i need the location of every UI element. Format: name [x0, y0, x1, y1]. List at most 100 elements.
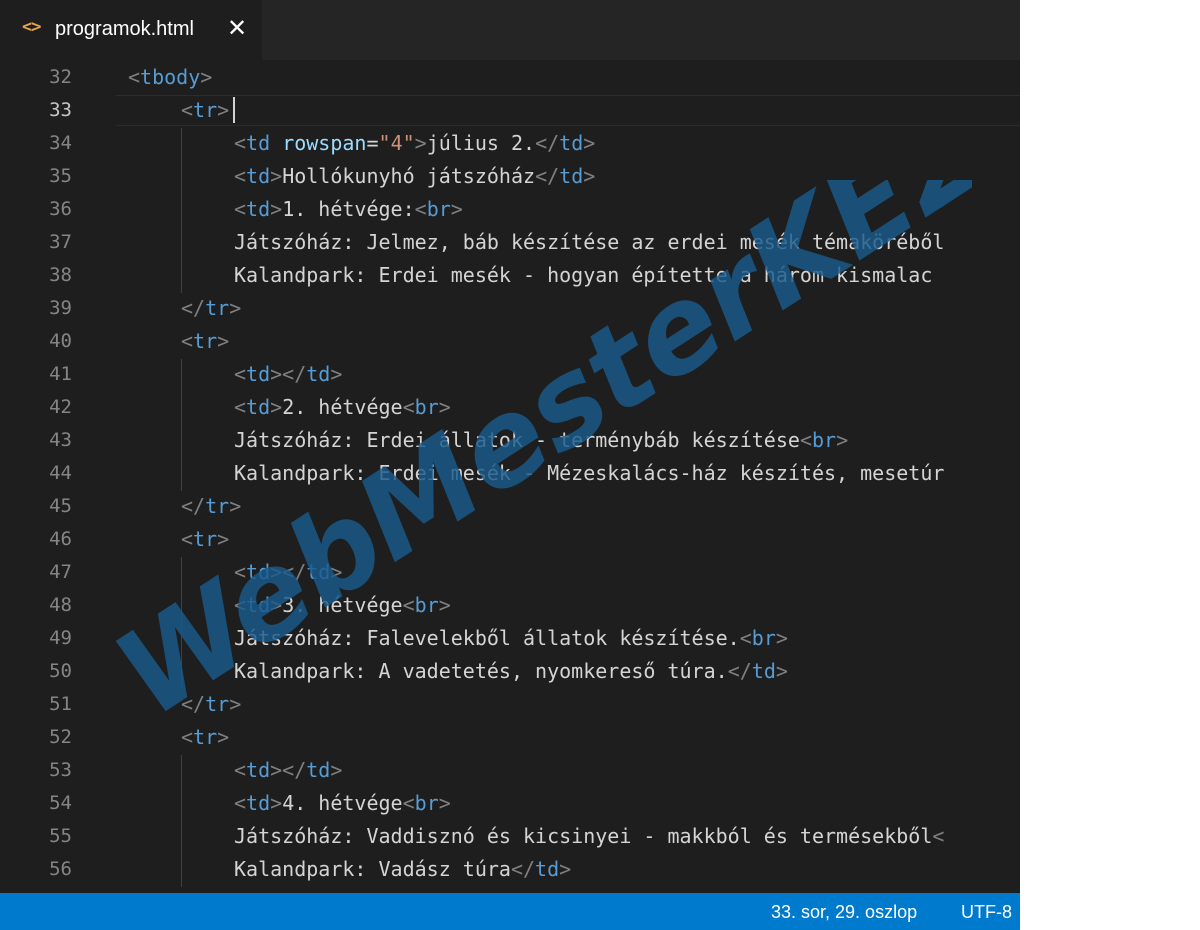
line-number: 41	[49, 363, 72, 385]
code-text: <td></td>	[234, 362, 342, 386]
code-token: </	[535, 164, 560, 188]
code-line[interactable]: 33 <tr>	[0, 95, 1020, 128]
line-number: 39	[49, 297, 72, 319]
code-text: </tr>	[181, 890, 241, 892]
code-token: td	[306, 362, 331, 386]
code-line[interactable]: 44 Kalandpark: Erdei mesék - Mézeskalács-…	[0, 458, 1020, 491]
tab-programok-html[interactable]: <> programok.html ✕	[0, 0, 262, 60]
code-line[interactable]: 49 Játszóház: Falevelekből állatok készít…	[0, 623, 1020, 656]
code-text: </tr>	[181, 296, 241, 320]
text-cursor	[233, 97, 235, 123]
code-line[interactable]: 41 <td></td>	[0, 359, 1020, 392]
code-token: <	[234, 362, 247, 386]
code-token: >	[229, 692, 242, 716]
code-token: Játszóház: Jelmez, báb készítése az erde…	[234, 230, 945, 254]
code-line[interactable]: 56 Kalandpark: Vadász túra</td>	[0, 854, 1020, 887]
code-text: Játszóház: Jelmez, báb készítése az erde…	[234, 230, 944, 254]
code-token: Játszóház: Erdei állatok - terménybáb ké…	[234, 428, 800, 452]
indent-guide	[181, 854, 182, 887]
code-token: >	[330, 560, 343, 584]
code-line[interactable]: 46 <tr>	[0, 524, 1020, 557]
code-line[interactable]: 47 <td></td>	[0, 557, 1020, 590]
code-line[interactable]: 54 <td>4. hétvége<br>	[0, 788, 1020, 821]
code-token: <	[932, 824, 945, 848]
line-number: 40	[49, 330, 72, 352]
code-line[interactable]: 38 Kalandpark: Erdei mesék - hogyan építe…	[0, 260, 1020, 293]
code-line[interactable]: 45 </tr>	[0, 491, 1020, 524]
code-token: 4. hétvége	[282, 791, 403, 815]
line-number: 48	[49, 594, 72, 616]
indent-guide	[181, 359, 182, 392]
code-line[interactable]: 53 <td></td>	[0, 755, 1020, 788]
code-token: <	[181, 725, 194, 749]
code-text: <tr>	[181, 527, 229, 551]
code-text: <td></td>	[234, 758, 342, 782]
code-area[interactable]: 32 <tbody> 33 <tr> 34 <td rowspan="4">július …	[0, 62, 1020, 892]
indent-guide	[181, 788, 182, 821]
code-token: td	[246, 131, 271, 155]
line-number: 47	[49, 561, 72, 583]
code-token: >	[775, 659, 788, 683]
code-line[interactable]: 42 <td>2. hétvége<br>	[0, 392, 1020, 425]
code-line[interactable]: 32 <tbody>	[0, 62, 1020, 95]
code-token: >	[583, 131, 596, 155]
cursor-position-indicator[interactable]: 33. sor, 29. oszlop	[771, 902, 917, 923]
code-token: >	[414, 131, 427, 155]
code-token: br	[751, 626, 776, 650]
encoding-indicator[interactable]: UTF-8	[961, 902, 1012, 923]
code-text: <tbody>	[128, 65, 212, 89]
current-line-highlight	[116, 95, 1020, 126]
code-line[interactable]: 40 <tr>	[0, 326, 1020, 359]
line-number: 38	[49, 264, 72, 286]
code-line[interactable]: 51 </tr>	[0, 689, 1020, 722]
code-text: Kalandpark: Vadász túra</td>	[234, 857, 571, 881]
code-line[interactable]: 55 Játszóház: Vaddisznó és kicsinyei - ma…	[0, 821, 1020, 854]
code-line[interactable]: 50 Kalandpark: A vadetetés, nyomkereső tú…	[0, 656, 1020, 689]
code-token: >	[217, 329, 230, 353]
code-token: >	[836, 428, 849, 452]
code-token: <	[234, 560, 247, 584]
code-token: tr	[193, 329, 218, 353]
code-text: <td>2. hétvége<br>	[234, 395, 451, 419]
code-token: tr	[205, 494, 230, 518]
code-token: >	[217, 527, 230, 551]
code-line[interactable]: 35 <td>Hollókunyhó játszóház</td>	[0, 161, 1020, 194]
code-file-icon: <>	[22, 17, 42, 37]
code-token: ></	[270, 560, 307, 584]
code-token: td	[246, 164, 271, 188]
line-number: 44	[49, 462, 72, 484]
code-token: >	[217, 98, 230, 122]
code-token: br	[414, 791, 439, 815]
code-line[interactable]: 48 <td>3. hétvége<br>	[0, 590, 1020, 623]
code-text: <td>3. hétvége<br>	[234, 593, 451, 617]
code-line[interactable]: 43 Játszóház: Erdei állatok - terménybáb …	[0, 425, 1020, 458]
code-line[interactable]: 36 <td>1. hétvége:<br>	[0, 194, 1020, 227]
code-token: ></	[270, 362, 307, 386]
code-token: <	[181, 527, 194, 551]
code-token: <	[181, 98, 194, 122]
code-line[interactable]: 52 <tr>	[0, 722, 1020, 755]
code-text: Kalandpark: Erdei mesék - hogyan épített…	[234, 263, 932, 287]
indent-guide	[181, 755, 182, 788]
code-token: br	[414, 395, 439, 419]
code-line[interactable]: 37 Játszóház: Jelmez, báb készítése az er…	[0, 227, 1020, 260]
code-token: <	[234, 131, 247, 155]
code-line[interactable]: 39 </tr>	[0, 293, 1020, 326]
code-token: Kalandpark: Erdei mesék - hogyan épített…	[234, 263, 933, 287]
code-token: >	[270, 164, 283, 188]
code-token: td	[559, 131, 584, 155]
code-token: tr	[193, 725, 218, 749]
code-token: td	[306, 560, 331, 584]
line-number: 46	[49, 528, 72, 550]
close-icon[interactable]: ✕	[227, 13, 247, 43]
line-number: 51	[49, 693, 72, 715]
code-token: >	[775, 626, 788, 650]
code-token: 1. hétvége:	[282, 197, 415, 221]
code-line[interactable]: 57 </tr>	[0, 887, 1020, 892]
line-number: 52	[49, 726, 72, 748]
indent-guide	[181, 590, 182, 623]
code-line[interactable]: 34 <td rowspan="4">július 2.</td>	[0, 128, 1020, 161]
line-number: 45	[49, 495, 72, 517]
code-token: <	[402, 395, 415, 419]
